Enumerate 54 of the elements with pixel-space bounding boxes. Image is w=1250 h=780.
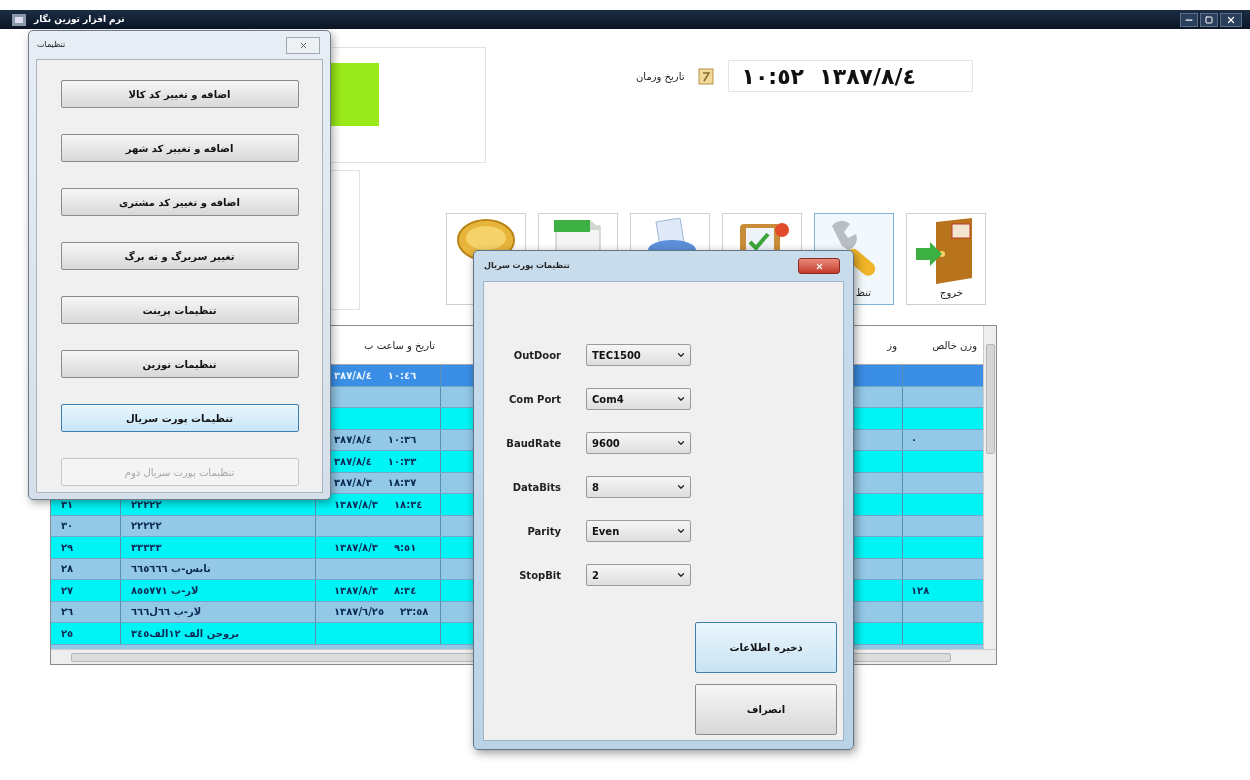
table-cell-text: ٢٩ — [61, 540, 74, 555]
field-label: BaudRate — [505, 436, 561, 451]
table-cell-text: ٣٣٣٣٣ — [131, 540, 162, 555]
table-cell-text: ٢٨ — [61, 562, 74, 577]
table-cell-text: ٣٨٧/٨/٤ — [334, 454, 372, 469]
table-cell-text: ٣٠ — [61, 519, 74, 534]
dropdown-value: 8 — [592, 480, 599, 495]
field-label: Com Port — [507, 392, 561, 407]
table-cell-text: ٢٣:٥٨ — [400, 605, 429, 620]
table-cell-text: ٣٨٧/٨/٤ — [334, 368, 372, 383]
field-label: StopBit — [518, 568, 561, 583]
toolbar-label: خروج — [940, 286, 963, 300]
field-label: Parity — [526, 524, 561, 539]
table-cell-text: ١٣٨٧/٨/٣ — [334, 497, 378, 512]
dialog-title: تنظیمات پورت سریال — [484, 260, 570, 272]
dropdown-value: 2 — [592, 568, 599, 583]
table-cell-text: ٢٢٢٢٢ — [131, 519, 162, 534]
table-cell-text: نابس-ب ٦٦٥٦٦٦ — [131, 562, 211, 577]
table-cell-text: ٢٧ — [61, 583, 74, 598]
column-header: وز — [887, 338, 897, 353]
table-cell-text: ٣١ — [61, 497, 74, 512]
window-title: نرم افزار توزین نگار — [34, 12, 125, 27]
table-cell-text: ١٠:٣٣ — [387, 454, 417, 469]
table-cell-text: ١٠:٣٦ — [387, 433, 417, 448]
table-cell-text: ١٠:٤٦ — [387, 368, 417, 383]
table-cell-text: ١٢٨ — [911, 583, 930, 598]
table-cell-text: لار-ب ٦٦ل٦٦٦ — [131, 605, 202, 620]
table-cell-text: ٣٨٧/٨/٤ — [334, 433, 372, 448]
table-cell-text: ١٣٨٧/٨/٣ — [334, 540, 378, 555]
table-cell-text: ٢٥ — [61, 626, 74, 641]
field-label: DataBits — [511, 480, 561, 495]
table-cell-text: ١٨:٣٤ — [393, 497, 423, 512]
table-cell-text: ٩:٥١ — [393, 540, 417, 555]
dropdown-value: 9600 — [592, 436, 620, 451]
table-cell-text: ٢٢٢٢٢ — [131, 497, 162, 512]
toolbar-label: تنظ — [855, 286, 871, 300]
table-cell-text: ١٨:٣٧ — [387, 476, 417, 491]
datetime-label: تاریخ وزمان — [636, 69, 685, 84]
table-cell-text: ١٣٨٧/٨/٣ — [334, 583, 378, 598]
dropdown-value: Com4 — [592, 392, 624, 407]
column-header: وزن خالص — [932, 338, 977, 353]
window-title: تنظیمات — [37, 39, 66, 51]
field-label: OutDoor — [512, 348, 561, 363]
column-header: تاریخ و ساعت ب — [364, 338, 435, 353]
table-cell-text: ٠ — [911, 433, 918, 448]
dropdown-value: Even — [592, 524, 620, 539]
table-cell-text: لار-ب ٨٥٥٧٧١ — [131, 583, 199, 598]
table-cell-text: ١٣٨٧/٦/٢٥ — [334, 605, 385, 620]
table-cell-text: ٢٦ — [61, 605, 74, 620]
table-cell-text: بروجن الف ١٢الف٣٤٥ — [131, 626, 240, 641]
dropdown-value: TEC1500 — [592, 348, 641, 363]
datetime-field: ١٣٨٧/٨/٤ ١٠:٥٢ — [728, 60, 974, 92]
table-cell-text: ٨:٣٤ — [393, 583, 417, 598]
table-cell-text: ٣٨٧/٨/٣ — [334, 476, 372, 491]
